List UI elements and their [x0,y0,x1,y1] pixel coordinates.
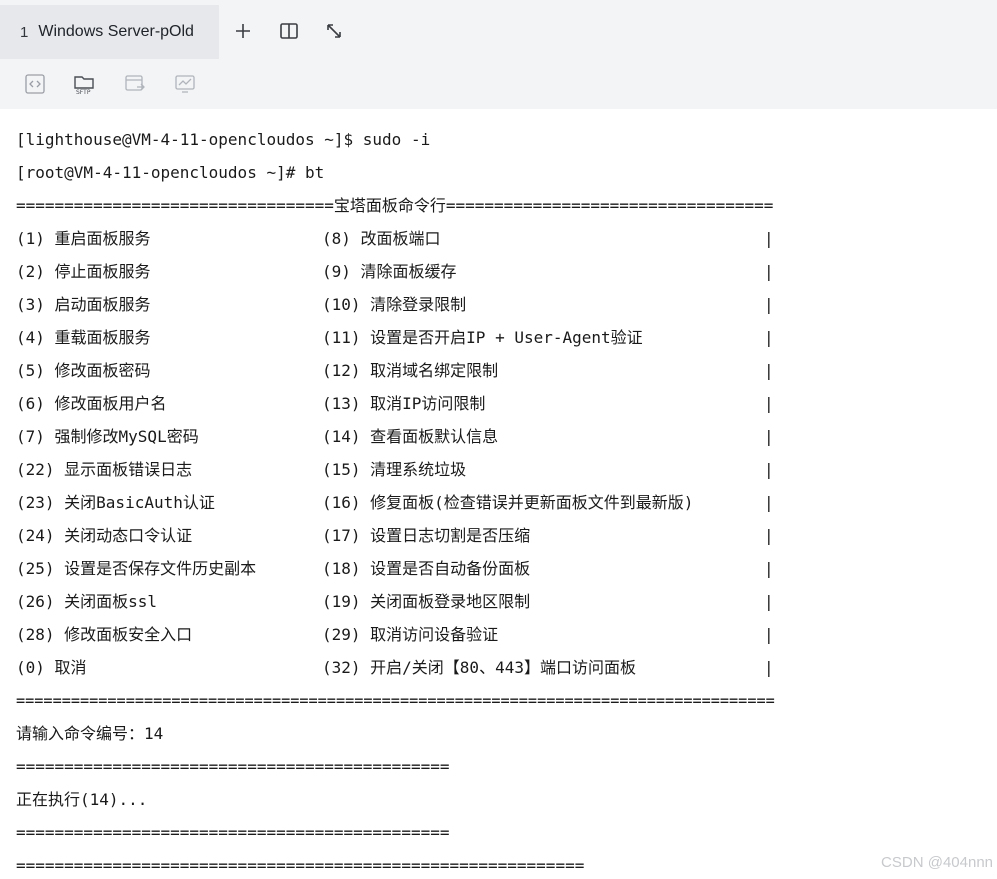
window-transfer-icon[interactable] [123,72,147,96]
menu-item: (5) 修改面板密码 [16,361,151,380]
menu-item: (2) 停止面板服务 [16,262,151,281]
split-view-icon[interactable] [276,18,302,44]
menu-item: (14) 查看面板默认信息 [322,427,499,446]
menu-item: (24) 关闭动态口令认证 [16,526,193,545]
menu-item: (7) 强制修改MySQL密码 [16,427,199,446]
menu-item: (10) 清除登录限制 [322,295,467,314]
session-tab[interactable]: 1 Windows Server-pOld [0,5,219,59]
prompt-line: [root@VM-4-11-opencloudos ~]# bt [16,163,325,182]
input-prompt-line: 请输入命令编号：14 [16,724,164,743]
menu-border: | [764,658,774,677]
prompt-line: [lighthouse@VM-4-11-opencloudos ~]$ sudo… [16,130,431,149]
menu-footer: ========================================… [16,691,775,710]
tab-number: 1 [20,23,29,41]
sftp-label: SFTP [76,89,91,96]
menu-border: | [764,361,774,380]
menu-item: (0) 取消 [16,658,87,677]
menu-border: | [764,460,774,479]
menu-item: (15) 清理系统垃圾 [322,460,467,479]
menu-border: | [764,328,774,347]
executing-line: 正在执行(14)... [16,790,148,809]
menu-border: | [764,559,774,578]
menu-item: (25) 设置是否保存文件历史副本 [16,559,257,578]
menu-border: | [764,427,774,446]
menu-border: | [764,625,774,644]
menu-border: | [764,229,774,248]
expand-icon[interactable] [321,18,347,44]
menu-item: (9) 清除面板缓存 [322,262,457,281]
menu-item: (32) 开启/关闭【80、443】端口访问面板 [322,658,636,677]
menu-item: (13) 取消IP访问限制 [322,394,486,413]
menu-item: (23) 关闭BasicAuth认证 [16,493,215,512]
sftp-folder-icon[interactable]: SFTP [73,72,97,96]
plus-icon[interactable] [230,18,256,44]
menu-border: | [764,526,774,545]
menu-item: (29) 取消访问设备验证 [322,625,499,644]
toolbar: SFTP [0,59,997,109]
separator-line: ========================================… [16,856,585,875]
terminal-output[interactable]: [lighthouse@VM-4-11-opencloudos ~]$ sudo… [0,109,997,879]
menu-header: =================================宝塔面板命令行… [16,196,774,215]
menu-item: (16) 修复面板(检查错误并更新面板文件到最新版) [322,493,694,512]
code-icon[interactable] [23,72,47,96]
tab-title: Windows Server-pOld [38,23,194,40]
menu-item: (17) 设置日志切割是否压缩 [322,526,531,545]
menu-border: | [764,262,774,281]
menu-border: | [764,493,774,512]
monitor-icon[interactable] [173,72,197,96]
menu-item: (18) 设置是否自动备份面板 [322,559,531,578]
menu-item: (26) 关闭面板ssl [16,592,158,611]
menu-item: (19) 关闭面板登录地区限制 [322,592,531,611]
menu-item: (11) 设置是否开启IP + User-Agent验证 [322,328,643,347]
tab-bar: 1 Windows Server-pOld [0,0,997,59]
separator-line: ========================================… [16,757,450,776]
separator-line: ========================================… [16,823,450,842]
menu-border: | [764,592,774,611]
menu-item: (28) 修改面板安全入口 [16,625,193,644]
menu-item: (22) 显示面板错误日志 [16,460,193,479]
menu-border: | [764,394,774,413]
menu-item: (12) 取消域名绑定限制 [322,361,499,380]
menu-item: (8) 改面板端口 [322,229,441,248]
menu-item: (3) 启动面板服务 [16,295,151,314]
menu-item: (6) 修改面板用户名 [16,394,167,413]
menu-border: | [764,295,774,314]
menu-item: (4) 重载面板服务 [16,328,151,347]
watermark: CSDN @404nnn [881,854,993,871]
menu-item: (1) 重启面板服务 [16,229,151,248]
